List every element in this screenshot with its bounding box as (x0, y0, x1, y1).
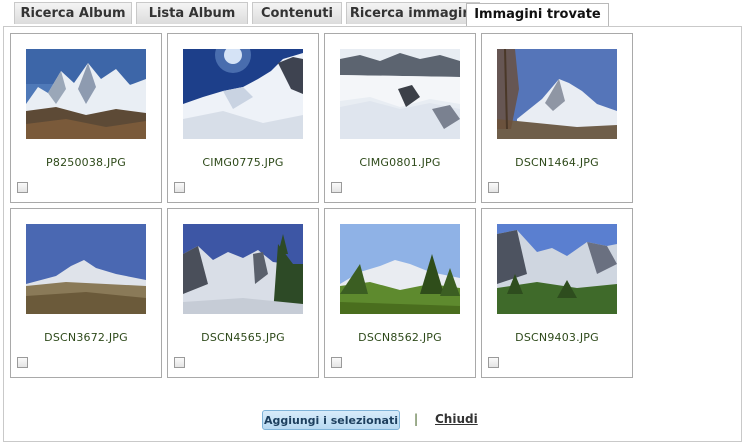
image-filename: CIMG0801.JPG (359, 156, 441, 169)
select-checkbox[interactable] (488, 357, 499, 368)
close-link[interactable]: Chiudi (435, 412, 478, 426)
photo-thumbnail[interactable] (183, 49, 303, 139)
image-filename: DSCN3672.JPG (44, 331, 128, 344)
image-card: CIMG0775.JPG (167, 33, 319, 203)
image-card: DSCN3672.JPG (10, 208, 162, 378)
tab-contenuti[interactable]: Contenuti (252, 2, 342, 24)
photo-thumbnail[interactable] (340, 49, 460, 139)
tab-lista-album[interactable]: Lista Album (136, 2, 248, 24)
select-checkbox[interactable] (17, 182, 28, 193)
image-filename: DSCN4565.JPG (201, 331, 285, 344)
select-checkbox[interactable] (17, 357, 28, 368)
image-filename: DSCN8562.JPG (358, 331, 442, 344)
image-card: DSCN9403.JPG (481, 208, 633, 378)
photo-thumbnail[interactable] (183, 224, 303, 314)
tab-ricerca-immagini[interactable]: Ricerca immagini (346, 2, 480, 24)
tab-ricerca-album[interactable]: Ricerca Album (14, 2, 132, 24)
select-checkbox[interactable] (174, 357, 185, 368)
select-checkbox[interactable] (331, 357, 342, 368)
select-checkbox[interactable] (174, 182, 185, 193)
select-checkbox[interactable] (331, 182, 342, 193)
image-filename: P8250038.JPG (46, 156, 126, 169)
image-card: DSCN1464.JPG (481, 33, 633, 203)
add-selected-button[interactable]: Aggiungi i selezionati (262, 410, 400, 430)
image-filename: DSCN9403.JPG (515, 331, 599, 344)
select-checkbox[interactable] (488, 182, 499, 193)
action-separator: | (414, 412, 419, 426)
image-card: DSCN4565.JPG (167, 208, 319, 378)
photo-thumbnail[interactable] (497, 49, 617, 139)
image-filename: CIMG0775.JPG (202, 156, 284, 169)
image-filename: DSCN1464.JPG (515, 156, 599, 169)
image-card: P8250038.JPG (10, 33, 162, 203)
image-card: CIMG0801.JPG (324, 33, 476, 203)
image-card: DSCN8562.JPG (324, 208, 476, 378)
photo-thumbnail[interactable] (340, 224, 460, 314)
tab-immagini-trovate[interactable]: Immagini trovate (466, 3, 609, 28)
photo-thumbnail[interactable] (497, 224, 617, 314)
photo-thumbnail[interactable] (26, 224, 146, 314)
photo-thumbnail[interactable] (26, 49, 146, 139)
